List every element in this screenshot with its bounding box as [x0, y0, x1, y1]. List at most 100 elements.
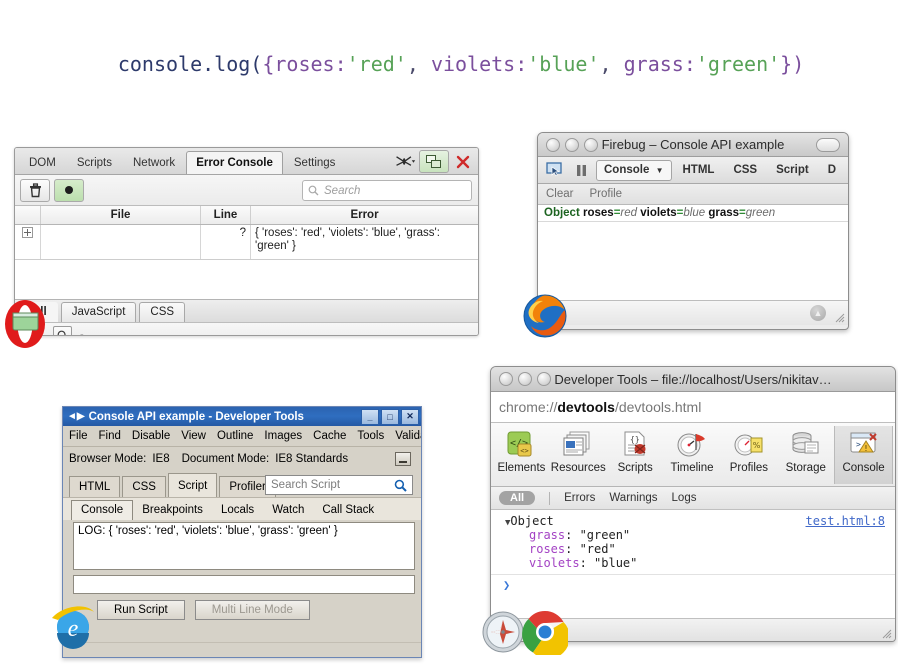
resize-grip[interactable]: [880, 627, 892, 639]
log-prop-key: roses: [583, 207, 614, 219]
dragonfly-icon[interactable]: [394, 151, 416, 172]
log-prop-key: grass: [708, 207, 740, 219]
panel-console[interactable]: > ! Console: [834, 426, 894, 484]
tab-console[interactable]: Console ▼: [596, 159, 672, 181]
multi-line-mode-button[interactable]: Multi Line Mode: [194, 600, 310, 620]
panel-scripts[interactable]: {} Scripts: [607, 426, 664, 474]
resize-grip[interactable]: [833, 311, 845, 323]
svg-text:{}: {}: [630, 435, 640, 444]
ie-script-input[interactable]: [73, 575, 415, 594]
menu-find[interactable]: Find: [99, 430, 121, 442]
browser-mode-value[interactable]: IE8: [152, 453, 169, 465]
subtab-watch[interactable]: Watch: [263, 501, 313, 520]
log-prop-value: blue: [683, 207, 706, 219]
mac-window-controls[interactable]: [546, 137, 598, 152]
menu-outline[interactable]: Outline: [217, 430, 253, 442]
code-span: 'green': [695, 52, 781, 76]
close-icon[interactable]: [452, 151, 474, 172]
subtab-locals[interactable]: Locals: [212, 501, 263, 520]
tab-css[interactable]: CSS: [122, 476, 166, 497]
close-button[interactable]: ✕: [401, 408, 419, 425]
panel-storage[interactable]: Storage: [777, 426, 834, 474]
search-input[interactable]: Search: [302, 180, 472, 201]
tab-html[interactable]: HTML: [675, 160, 723, 180]
log-entry[interactable]: ▼Object test.html:8 grass: "green" roses…: [491, 514, 895, 575]
source-link[interactable]: test.html:8: [806, 514, 885, 528]
menu-images[interactable]: Images: [264, 430, 302, 442]
tab-script[interactable]: Script: [768, 160, 817, 180]
menu-file[interactable]: File: [69, 430, 88, 442]
statusbar-dash: -: [80, 329, 84, 336]
devtools-panel-toolbar: </> <> Elements Resources {} Scripts Tim…: [491, 423, 895, 487]
panel-timeline[interactable]: Timeline: [664, 426, 721, 474]
log-entry[interactable]: Object roses=red violets=blue grass=gree…: [538, 205, 848, 222]
ie-subtabrow: Console Breakpoints Locals Watch Call St…: [63, 497, 421, 520]
filter-tab-javascript[interactable]: JavaScript: [60, 302, 137, 322]
menu-tools[interactable]: Tools: [357, 430, 384, 442]
menu-validate[interactable]: Validate: [395, 430, 421, 442]
maximize-button[interactable]: □: [381, 408, 399, 425]
chrome-console-panel: ▼Object test.html:8 grass: "green" roses…: [491, 510, 895, 624]
panel-resources[interactable]: Resources: [550, 426, 607, 474]
pause-icon[interactable]: [570, 164, 593, 177]
search-placeholder: Search Script: [271, 479, 341, 491]
console-prompt[interactable]: ❯: [491, 575, 895, 592]
record-icon[interactable]: [54, 178, 84, 202]
panel-label: Profiles: [729, 462, 769, 474]
document-mode-value[interactable]: IE8 Standards: [275, 453, 348, 465]
url-host: devtools: [557, 399, 615, 415]
panel-label: Storage: [785, 462, 826, 474]
minimize-panel-icon[interactable]: [395, 452, 411, 466]
tab-error-console[interactable]: Error Console: [186, 151, 283, 174]
subtab-callstack[interactable]: Call Stack: [313, 501, 383, 520]
tab-label: HTML: [682, 164, 715, 176]
detach-window-icon[interactable]: [419, 150, 449, 173]
code-span: 'red': [346, 52, 407, 76]
search-script-input[interactable]: Search Script: [265, 475, 413, 495]
filter-logs[interactable]: Logs: [672, 492, 697, 504]
tab-css[interactable]: CSS: [725, 160, 765, 180]
tab-settings[interactable]: Settings: [284, 151, 346, 174]
tab-html[interactable]: HTML: [69, 476, 121, 497]
chrome-titlebar: Developer Tools – file://localhost/Users…: [491, 367, 895, 392]
run-script-button[interactable]: Run Script: [97, 600, 185, 620]
tab-label: Profiler: [229, 481, 266, 493]
minimize-button[interactable]: _: [361, 408, 379, 425]
filter-tab-css[interactable]: CSS: [139, 302, 186, 322]
minimize-icon[interactable]: [565, 137, 579, 152]
code-span: ,: [599, 52, 624, 76]
table-row[interactable]: ? { 'roses': 'red', 'violets': 'blue', '…: [15, 225, 478, 260]
profile-button[interactable]: Profile: [589, 188, 622, 200]
tab-dom[interactable]: DOM: [19, 151, 66, 174]
tab-scripts[interactable]: Scripts: [67, 151, 122, 174]
magnifier-icon[interactable]: [53, 325, 72, 335]
subtab-console[interactable]: Console: [71, 500, 134, 520]
row-expander[interactable]: [15, 225, 41, 259]
tab-dom[interactable]: D: [820, 160, 844, 180]
zoom-icon[interactable]: [584, 137, 598, 152]
filter-warnings[interactable]: Warnings: [609, 492, 657, 504]
tab-script[interactable]: Script: [167, 473, 218, 497]
log-equals: =: [739, 207, 746, 219]
inspect-cursor-icon[interactable]: [542, 162, 567, 178]
menu-cache[interactable]: Cache: [313, 430, 346, 442]
menu-disable[interactable]: Disable: [132, 430, 170, 442]
subtab-breakpoints[interactable]: Breakpoints: [133, 501, 212, 520]
filter-all[interactable]: All: [499, 491, 536, 505]
panel-elements[interactable]: </> <> Elements: [493, 426, 550, 474]
chevron-up-icon[interactable]: ▲: [810, 305, 826, 321]
toolbar-toggle-icon[interactable]: [816, 138, 840, 152]
trash-icon[interactable]: [20, 178, 50, 202]
menu-view[interactable]: View: [181, 430, 206, 442]
close-icon[interactable]: [546, 137, 560, 152]
clear-button[interactable]: Clear: [546, 188, 573, 200]
panel-profiles[interactable]: % Profiles: [720, 426, 777, 474]
url-bar[interactable]: chrome://devtools/devtools.html: [491, 392, 895, 423]
svg-text:e: e: [68, 616, 79, 642]
filter-errors[interactable]: Errors: [564, 492, 595, 504]
ie-button-row: Run Script Multi Line Mode: [63, 594, 421, 620]
resize-grip[interactable]: [463, 333, 475, 336]
cell-file: [41, 225, 201, 259]
tab-network[interactable]: Network: [123, 151, 185, 174]
log-object-header[interactable]: ▼Object test.html:8: [505, 514, 887, 528]
